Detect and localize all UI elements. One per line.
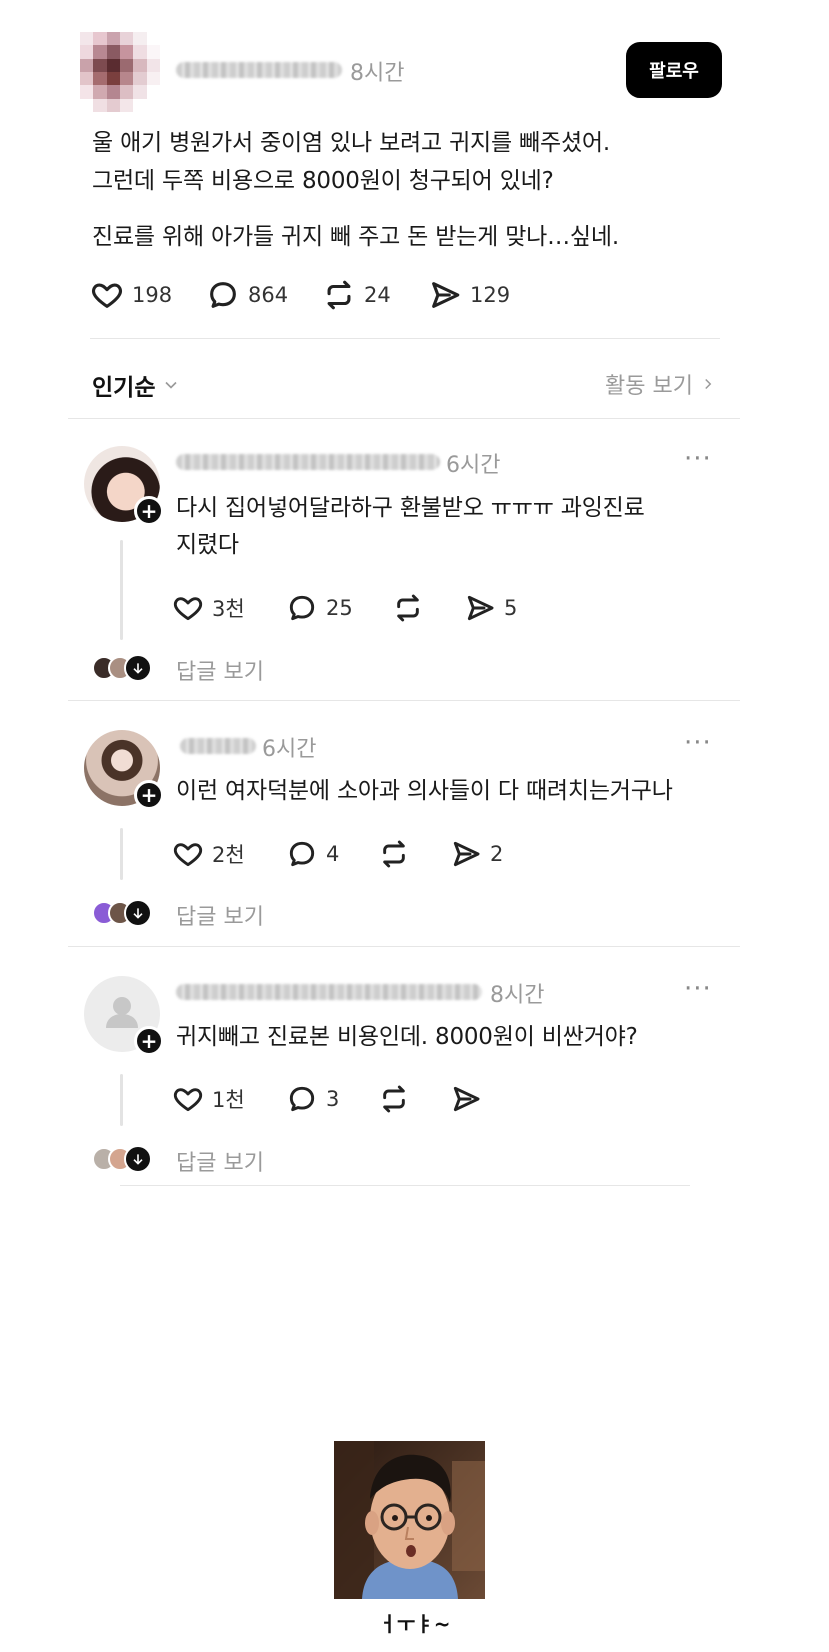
repost-icon <box>397 594 419 622</box>
send-icon <box>467 595 494 621</box>
post-divider <box>90 338 720 339</box>
reply-3-share-button[interactable] <box>450 1083 490 1115</box>
reply-3-replier-avatars[interactable] <box>92 1145 152 1173</box>
reply-3-follow-plus-icon[interactable]: + <box>134 1026 164 1056</box>
chevron-right-icon <box>705 378 712 390</box>
section-divider <box>68 418 740 419</box>
post-body-line-3: 진료를 위해 아가들 귀지 빼 주고 돈 받는게 맞나…싶네. <box>92 224 619 250</box>
reply-3-view-replies[interactable]: 답글 보기 <box>176 1145 264 1177</box>
reply-3-thread-line <box>120 1074 123 1126</box>
arrow-down-icon <box>124 899 152 927</box>
reply-divider <box>68 946 740 947</box>
reply-1-time: 6시간 <box>446 453 501 478</box>
meme-image <box>334 1441 485 1599</box>
send-icon <box>453 1086 480 1112</box>
post-like-count: 198 <box>132 283 173 307</box>
heart-icon <box>173 1088 203 1112</box>
reply-2-like-button[interactable]: 2천 <box>172 838 245 870</box>
reply-2-like-count: 2천 <box>212 843 245 867</box>
arrow-down-icon <box>124 654 152 682</box>
reply-1-repost-button[interactable] <box>392 592 432 624</box>
reply-divider <box>68 700 740 701</box>
post-comment-button[interactable]: 864 <box>206 278 288 312</box>
send-icon <box>453 841 480 867</box>
reply-1-view-replies[interactable]: 답글 보기 <box>176 654 264 686</box>
post-body-line-2: 그런데 두쪽 비용으로 8000원이 청구되어 있네? <box>92 168 554 194</box>
meme-caption: ㅓㅜㅑ~ <box>378 1612 451 1636</box>
post-body-line-1: 울 애기 병원가서 중이염 있나 보려고 귀지를 빼주셨어. <box>92 130 611 156</box>
reply-3-text-line-1: 귀지빼고 진료본 비용인데. 8000원이 비싼거야? <box>176 1024 638 1050</box>
reply-2-repost-button[interactable] <box>378 838 418 870</box>
reply-1-author-name[interactable] <box>176 454 440 470</box>
reply-2-more-icon[interactable]: ··· <box>684 728 712 758</box>
reply-2-view-replies[interactable]: 답글 보기 <box>176 899 264 931</box>
reply-2-author-name[interactable] <box>180 738 256 754</box>
reply-3-comment-button[interactable]: 3 <box>286 1083 339 1115</box>
end-divider <box>120 1185 690 1186</box>
heart-icon <box>173 843 203 867</box>
reply-2-time: 6시간 <box>262 737 317 762</box>
post-time: 8시간 <box>350 61 405 86</box>
reply-3-more-icon[interactable]: ··· <box>684 974 712 1004</box>
reply-1-like-count: 3천 <box>212 597 245 621</box>
post-comment-count: 864 <box>248 283 289 307</box>
reply-1-text-line-1: 다시 집어넣어달라하구 환불받오 ㅠㅠㅠ 과잉진료 <box>176 495 645 521</box>
repost-icon <box>383 1085 405 1113</box>
heart-icon <box>92 283 122 308</box>
reply-2-thread-line <box>120 828 123 880</box>
post-repost-count: 24 <box>364 283 391 307</box>
post-author-name[interactable] <box>176 62 342 78</box>
reply-2-comment-count: 4 <box>326 842 340 866</box>
reply-3-comment-count: 3 <box>326 1087 340 1111</box>
surprised-man-illustration <box>334 1441 485 1599</box>
comment-icon <box>289 841 315 867</box>
reply-1-replier-avatars[interactable] <box>92 654 152 682</box>
reply-1-more-icon[interactable]: ··· <box>684 444 712 474</box>
reply-3-like-count: 1천 <box>212 1088 245 1112</box>
reply-2-replier-avatars[interactable] <box>92 899 152 927</box>
reply-1-share-count: 5 <box>504 596 518 620</box>
post-author-avatar[interactable] <box>80 32 160 112</box>
reply-1-like-button[interactable]: 3천 <box>172 592 245 624</box>
follow-button[interactable]: 팔로우 <box>626 42 722 98</box>
view-activity-link[interactable]: 활동 보기 <box>605 368 717 400</box>
post-share-count: 129 <box>470 283 511 307</box>
post-like-button[interactable]: 198 <box>90 278 172 312</box>
comment-icon <box>289 595 315 621</box>
reply-2-comment-button[interactable]: 4 <box>286 838 339 870</box>
reply-1-comment-count: 25 <box>326 596 353 620</box>
activity-label: 활동 보기 <box>605 374 693 399</box>
post-repost-button[interactable]: 24 <box>322 278 391 312</box>
comment-icon <box>210 282 236 308</box>
sort-dropdown[interactable]: 인기순 <box>92 368 181 402</box>
send-icon <box>432 282 460 308</box>
reply-3-time: 8시간 <box>490 983 545 1008</box>
reply-3-author-name[interactable] <box>176 984 482 1000</box>
chevron-down-icon <box>165 381 178 389</box>
reply-1-text-line-2: 지렸다 <box>176 532 239 558</box>
reply-2-text-line-1: 이런 여자덕분에 소아과 의사들이 다 때려치는거구나 <box>176 778 673 804</box>
repost-icon <box>327 280 351 310</box>
repost-icon <box>383 840 405 868</box>
reply-2-share-count: 2 <box>490 842 504 866</box>
comment-icon <box>289 1086 315 1112</box>
heart-icon <box>173 597 203 621</box>
reply-1-comment-button[interactable]: 25 <box>286 592 353 624</box>
reply-2-follow-plus-icon[interactable]: + <box>134 780 164 810</box>
reply-1-follow-plus-icon[interactable]: + <box>134 496 164 526</box>
arrow-down-icon <box>124 1145 152 1173</box>
reply-3-repost-button[interactable] <box>378 1083 418 1115</box>
reply-1-thread-line <box>120 540 123 640</box>
reply-2-share-button[interactable]: 2 <box>450 838 503 870</box>
reply-1-share-button[interactable]: 5 <box>464 592 517 624</box>
sort-label: 인기순 <box>92 375 156 401</box>
reply-3-like-button[interactable]: 1천 <box>172 1083 245 1115</box>
post-share-button[interactable]: 129 <box>428 278 510 312</box>
